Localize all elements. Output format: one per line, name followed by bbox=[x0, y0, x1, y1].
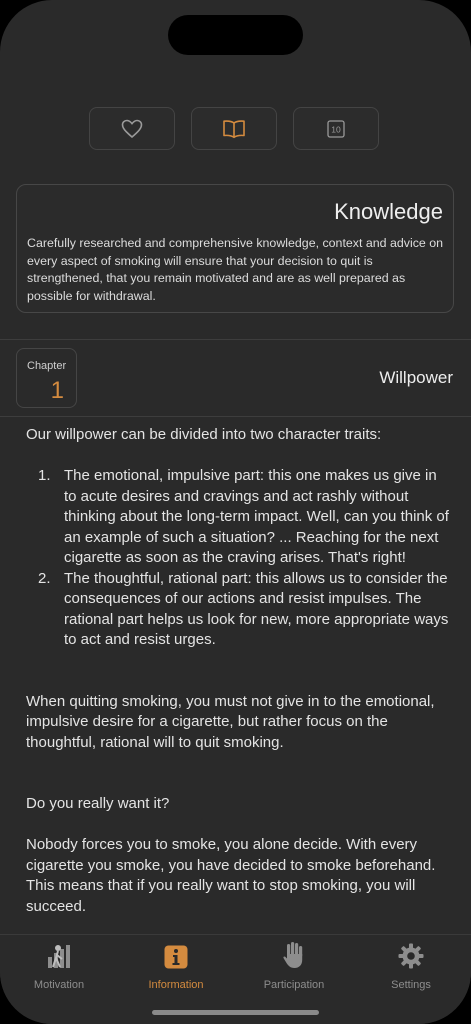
chapter-title: Willpower bbox=[379, 368, 453, 387]
chapter-content: Our willpower can be divided into two ch… bbox=[26, 425, 451, 917]
tab-label: Participation bbox=[263, 979, 325, 991]
tab-label: Motivation bbox=[33, 979, 85, 991]
chapter-label: Chapter bbox=[27, 360, 67, 372]
book-icon bbox=[223, 119, 245, 138]
content-question: Do you really want it? bbox=[26, 795, 170, 812]
hand-icon bbox=[283, 942, 303, 968]
home-indicator[interactable] bbox=[152, 1010, 319, 1015]
chapter-badge[interactable]: Chapter 1 bbox=[16, 348, 77, 408]
dynamic-island bbox=[168, 15, 303, 55]
ten-box-icon: 10 bbox=[327, 119, 345, 138]
tab-settings[interactable]: Settings bbox=[352, 941, 470, 991]
tab-participation[interactable]: Participation bbox=[235, 941, 353, 991]
list-item-number: 1. bbox=[38, 467, 51, 484]
knowledge-title: Knowledge bbox=[334, 199, 443, 224]
motivation-chart-icon bbox=[48, 945, 70, 968]
knowledge-book-button[interactable] bbox=[191, 107, 277, 150]
content-paragraph: Nobody forces you to smoke, you alone de… bbox=[26, 836, 436, 915]
list-item-text: The thoughtful, rational part: this allo… bbox=[64, 569, 449, 649]
chapter-number: 1 bbox=[50, 377, 64, 404]
ten-tips-button[interactable]: 10 bbox=[293, 107, 379, 150]
tab-motivation[interactable]: Motivation bbox=[0, 941, 118, 991]
list-item-number: 2. bbox=[38, 569, 51, 587]
tab-label: Settings bbox=[391, 979, 431, 991]
list-item-text: The emotional, impulsive part: this one … bbox=[64, 467, 449, 566]
tab-information[interactable]: Information bbox=[117, 941, 235, 991]
favorites-button[interactable] bbox=[89, 107, 175, 150]
knowledge-description: Carefully researched and comprehensive k… bbox=[27, 236, 444, 303]
list-item: 2. The thoughtful, rational part: this a… bbox=[26, 569, 451, 651]
list-item: 1. The emotional, impulsive part: this o… bbox=[26, 466, 451, 569]
chapter-header: Chapter 1 Willpower bbox=[0, 339, 471, 417]
content-intro: Our willpower can be divided into two ch… bbox=[26, 426, 382, 443]
app-screen: 10 Knowledge Carefully researched and co… bbox=[0, 0, 471, 1024]
top-button-row: 10 bbox=[89, 107, 379, 150]
knowledge-card: Knowledge Carefully researched and compr… bbox=[16, 184, 454, 313]
trait-list: 1. The emotional, impulsive part: this o… bbox=[26, 466, 451, 651]
info-icon bbox=[164, 945, 188, 969]
heart-icon bbox=[121, 119, 143, 138]
ten-box-label: 10 bbox=[331, 124, 341, 134]
gear-icon bbox=[398, 943, 424, 969]
content-paragraph: When quitting smoking, you must not give… bbox=[26, 692, 435, 751]
tab-label: Information bbox=[148, 979, 204, 991]
